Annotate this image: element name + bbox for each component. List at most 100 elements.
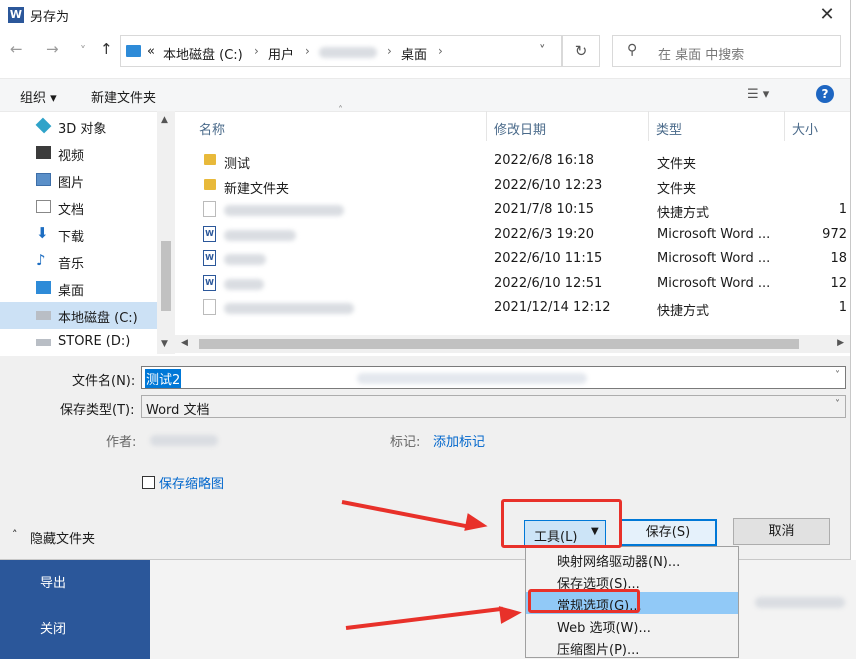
new-folder-button[interactable]: 新建文件夹: [91, 87, 156, 106]
save-button[interactable]: 保存(S): [619, 519, 717, 546]
add-tags-link[interactable]: 添加标记: [433, 431, 485, 450]
search-box[interactable]: ⚲ 在 桌面 中搜索: [612, 35, 841, 67]
file-type: 文件夹: [657, 182, 697, 197]
search-placeholder: 在 桌面 中搜索: [658, 48, 745, 63]
word-doc-icon: W: [203, 275, 216, 291]
file-row[interactable]: 2021/12/14 12:12 快捷方式 1: [190, 296, 850, 320]
file-size: 18: [830, 251, 847, 266]
blurred-file-name: [224, 230, 296, 241]
file-name: 测试: [224, 157, 251, 172]
blurred-author-value[interactable]: [150, 435, 218, 446]
shortcut-icon: [203, 299, 216, 315]
help-icon[interactable]: ?: [816, 85, 834, 103]
file-type: 文件夹: [657, 157, 697, 172]
hide-folders-chevron-icon[interactable]: ˄: [12, 528, 18, 541]
nav-item-videos[interactable]: 视频: [0, 140, 157, 167]
cancel-button[interactable]: 取消: [733, 518, 830, 545]
file-date: 2022/6/8 16:18: [494, 153, 594, 168]
scroll-down-icon[interactable]: ▼: [161, 339, 168, 349]
scroll-right-icon[interactable]: ▶: [837, 338, 844, 348]
save-thumbnail-label[interactable]: 保存缩略图: [159, 473, 224, 492]
address-bar[interactable]: « 本地磁盘 (C:) › 用户 › › 桌面 › ˅: [120, 35, 562, 67]
organize-menu[interactable]: 组织 ▾: [20, 87, 57, 106]
forward-arrow-icon[interactable]: →: [46, 40, 59, 58]
column-divider[interactable]: [784, 111, 785, 141]
file-row[interactable]: W 2022/6/3 19:20 Microsoft Word ... 972: [190, 223, 850, 247]
export-nav[interactable]: 导出: [40, 572, 66, 591]
column-divider[interactable]: [648, 111, 649, 141]
breadcrumb-separator: ›: [438, 44, 443, 58]
file-row[interactable]: W 2022/6/10 11:15 Microsoft Word ... 18: [190, 247, 850, 271]
nav-item-store-d[interactable]: STORE (D:): [0, 329, 157, 356]
file-type: Microsoft Word ...: [657, 227, 771, 242]
hide-folders-toggle[interactable]: 隐藏文件夹: [30, 528, 95, 547]
column-name[interactable]: 名称: [199, 119, 225, 138]
menu-item-map-network-drive[interactable]: 映射网络驱动器(N)...: [526, 548, 738, 570]
dialog-title: 另存为: [30, 10, 70, 25]
address-dropdown-chevron-icon[interactable]: ˅: [539, 44, 546, 59]
filename-dropdown-chevron-icon[interactable]: ˅: [835, 370, 840, 381]
close-nav[interactable]: 关闭: [40, 618, 66, 637]
column-modified[interactable]: 修改日期: [494, 119, 546, 138]
column-divider[interactable]: [486, 111, 487, 141]
menu-item-compress-pictures[interactable]: 压缩图片(P)...: [526, 636, 738, 658]
recent-locations-chevron-icon[interactable]: ˅: [80, 44, 86, 58]
sort-chevron-icon: ˄: [338, 105, 343, 116]
nav-item-music[interactable]: ♪ 音乐: [0, 248, 157, 275]
file-row[interactable]: W 2022/6/10 12:51 Microsoft Word ... 12: [190, 272, 850, 296]
title-bar: W 另存为 ✕: [0, 0, 850, 30]
scroll-up-icon[interactable]: ▲: [161, 115, 168, 125]
file-list-header: 名称 ˄ 修改日期 类型 大小: [190, 105, 850, 141]
close-icon[interactable]: ✕: [812, 2, 842, 28]
nav-pane-scrollbar[interactable]: ▲ ▼: [157, 111, 175, 354]
blurred-file-name: [224, 254, 266, 265]
nav-item-documents[interactable]: 文档: [0, 194, 157, 221]
filename-input[interactable]: 测试2 ˅: [141, 366, 846, 389]
filetype-dropdown-chevron-icon[interactable]: ˅: [835, 399, 840, 410]
breadcrumb-desktop[interactable]: 桌面: [401, 44, 427, 63]
file-date: 2021/12/14 12:12: [494, 300, 611, 315]
file-row[interactable]: 2021/7/8 10:15 快捷方式 1: [190, 198, 850, 222]
breadcrumb-separator: ›: [254, 44, 259, 58]
save-thumbnail-checkbox[interactable]: [142, 476, 155, 489]
cube-icon: [35, 117, 52, 134]
file-size: 972: [822, 227, 847, 242]
filetype-select[interactable]: Word 文档 ˅: [141, 395, 846, 418]
refresh-icon[interactable]: ↻: [562, 35, 600, 67]
folder-icon: [204, 179, 216, 190]
filetype-label: 保存类型(T):: [60, 403, 135, 418]
scrollbar-thumb[interactable]: [161, 241, 171, 311]
menu-item-web-options[interactable]: Web 选项(W)...: [526, 614, 738, 636]
nav-item-desktop[interactable]: 桌面: [0, 275, 157, 302]
word-doc-icon: W: [203, 250, 216, 266]
filetype-value: Word 文档: [146, 403, 210, 418]
file-size: 12: [830, 276, 847, 291]
file-list-horizontal-scrollbar[interactable]: ◀ ▶: [175, 335, 850, 353]
file-date: 2021/7/8 10:15: [494, 202, 594, 217]
blurred-background-text: [755, 597, 845, 608]
nav-item-local-disk-c[interactable]: 本地磁盘 (C:): [0, 302, 157, 329]
file-size: 1: [838, 300, 847, 315]
save-as-dialog: W 另存为 ✕ ← → ˅ ↑ « 本地磁盘 (C:) › 用户 › › 桌面 …: [0, 0, 851, 560]
nav-item-pictures[interactable]: 图片: [0, 167, 157, 194]
column-size[interactable]: 大小: [792, 119, 818, 138]
view-options-icon[interactable]: ☰ ▾: [747, 87, 769, 102]
blurred-username: [319, 47, 377, 58]
column-type[interactable]: 类型: [656, 119, 682, 138]
nav-item-downloads[interactable]: ⬇ 下载: [0, 221, 157, 248]
scroll-left-icon[interactable]: ◀: [181, 338, 188, 348]
breadcrumb-users[interactable]: 用户: [268, 44, 294, 63]
file-row[interactable]: 新建文件夹 2022/6/10 12:23 文件夹: [190, 174, 850, 198]
command-toolbar: 组织 ▾ 新建文件夹 ☰ ▾ ?: [0, 78, 850, 112]
file-row[interactable]: 测试 2022/6/8 16:18 文件夹: [190, 149, 850, 173]
back-arrow-icon[interactable]: ←: [10, 40, 23, 58]
nav-item-3d-objects[interactable]: 3D 对象: [0, 113, 157, 140]
file-type: 快捷方式: [657, 206, 710, 221]
address-overflow[interactable]: «: [147, 44, 155, 59]
tools-highlight-box: [501, 499, 622, 548]
file-type: Microsoft Word ...: [657, 251, 771, 266]
music-icon: ♪: [36, 251, 46, 269]
up-arrow-icon[interactable]: ↑: [100, 40, 113, 58]
breadcrumb-drive[interactable]: 本地磁盘 (C:): [163, 44, 243, 63]
scrollbar-thumb[interactable]: [199, 339, 799, 349]
